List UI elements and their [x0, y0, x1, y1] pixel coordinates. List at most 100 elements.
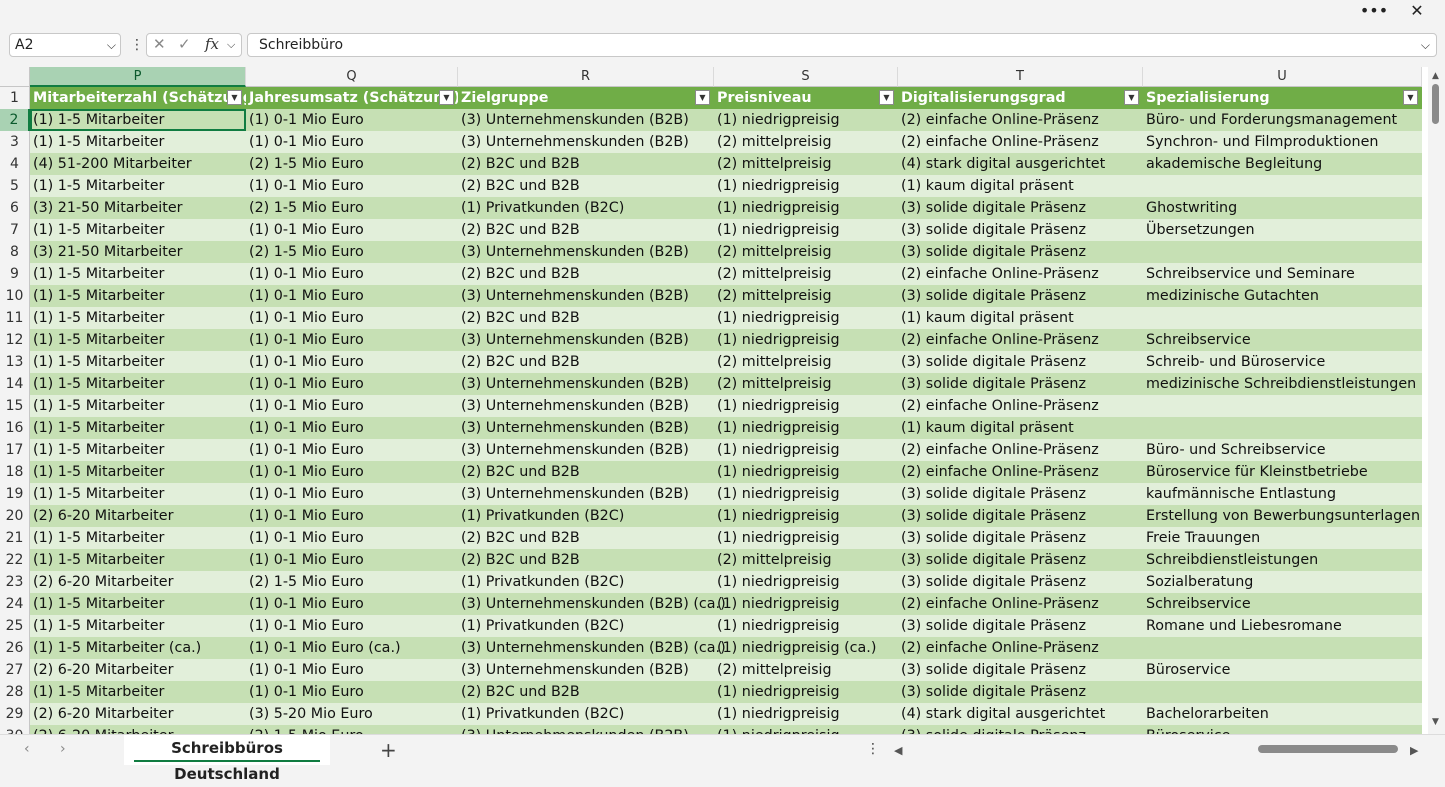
table-cell[interactable]: Schreibservice und Seminare	[1143, 263, 1422, 285]
table-cell[interactable]: (2) 1-5 Mio Euro	[246, 153, 458, 175]
table-cell[interactable]: (1) 0-1 Mio Euro (ca.)	[246, 637, 458, 659]
table-cell[interactable]: (1) niedrigpreisig	[714, 571, 898, 593]
row-header[interactable]: 24	[0, 593, 30, 615]
table-cell[interactable]: (3) Unternehmenskunden (B2B)	[458, 395, 714, 417]
table-cell[interactable]: (4) stark digital ausgerichtet	[898, 153, 1143, 175]
table-cell[interactable]: (1) 1-5 Mitarbeiter	[30, 395, 246, 417]
table-cell[interactable]: (1) Privatkunden (B2C)	[458, 615, 714, 637]
row-header[interactable]: 3	[0, 131, 30, 153]
table-cell[interactable]: (1) niedrigpreisig (ca.)	[714, 637, 898, 659]
cancel-icon[interactable]: ✕	[153, 35, 166, 53]
table-cell[interactable]: (3) solide digitale Präsenz	[898, 549, 1143, 571]
row-header[interactable]: 16	[0, 417, 30, 439]
table-cell[interactable]: (1) Privatkunden (B2C)	[458, 197, 714, 219]
table-cell[interactable]: (1) 1-5 Mitarbeiter	[30, 109, 246, 131]
table-cell[interactable]: (1) 0-1 Mio Euro	[246, 285, 458, 307]
table-cell[interactable]: (1) 0-1 Mio Euro	[246, 307, 458, 329]
table-cell[interactable]: (3) solide digitale Präsenz	[898, 571, 1143, 593]
table-cell[interactable]: (3) solide digitale Präsenz	[898, 351, 1143, 373]
table-cell[interactable]: (1) niedrigpreisig	[714, 681, 898, 703]
table-cell[interactable]: (1) 1-5 Mitarbeiter	[30, 263, 246, 285]
table-cell[interactable]: (1) 0-1 Mio Euro	[246, 439, 458, 461]
table-cell[interactable]: (3) solide digitale Präsenz	[898, 615, 1143, 637]
row-header[interactable]: 21	[0, 527, 30, 549]
table-cell[interactable]: (3) solide digitale Präsenz	[898, 505, 1143, 527]
table-cell[interactable]: (2) 6-20 Mitarbeiter	[30, 725, 246, 734]
sheet-tab[interactable]: Schreibbüros Deutschland	[124, 735, 330, 783]
table-cell[interactable]: (3) solide digitale Präsenz	[898, 483, 1143, 505]
row-header[interactable]: 19	[0, 483, 30, 505]
table-cell[interactable]: (2) 1-5 Mio Euro	[246, 571, 458, 593]
table-cell[interactable]: (1) 1-5 Mitarbeiter	[30, 461, 246, 483]
filter-dropdown-icon[interactable]: ▼	[1124, 90, 1139, 105]
table-cell[interactable]: (2) 6-20 Mitarbeiter	[30, 571, 246, 593]
table-cell[interactable]: (1) 0-1 Mio Euro	[246, 395, 458, 417]
table-cell[interactable]: Sozialberatung	[1143, 571, 1422, 593]
table-cell[interactable]: Büroservice	[1143, 725, 1422, 734]
row-header[interactable]: 27	[0, 659, 30, 681]
filter-dropdown-icon[interactable]: ▼	[439, 90, 454, 105]
table-cell[interactable]: (1) Privatkunden (B2C)	[458, 571, 714, 593]
table-cell[interactable]: (1) niedrigpreisig	[714, 505, 898, 527]
table-cell[interactable]: (1) niedrigpreisig	[714, 703, 898, 725]
table-cell[interactable]: Schreibdienstleistungen	[1143, 549, 1422, 571]
table-cell[interactable]: (1) Privatkunden (B2C)	[458, 505, 714, 527]
table-cell[interactable]: Bachelorarbeiten	[1143, 703, 1422, 725]
table-cell[interactable]: (3) 21-50 Mitarbeiter	[30, 197, 246, 219]
table-cell[interactable]: Synchron- und Filmproduktionen	[1143, 131, 1422, 153]
table-cell[interactable]: kaufmännische Entlastung	[1143, 483, 1422, 505]
row-header[interactable]: 14	[0, 373, 30, 395]
table-cell[interactable]: (1) 1-5 Mitarbeiter	[30, 593, 246, 615]
row-header[interactable]: 6	[0, 197, 30, 219]
table-cell[interactable]: (2) mittelpreisig	[714, 549, 898, 571]
table-cell[interactable]	[1143, 417, 1422, 439]
add-sheet-icon[interactable]: +	[380, 738, 397, 762]
row-header[interactable]: 8	[0, 241, 30, 263]
column-header-p[interactable]: P	[30, 67, 246, 87]
table-cell[interactable]: (2) B2C und B2B	[458, 175, 714, 197]
horizontal-scroll-thumb[interactable]	[1258, 745, 1398, 753]
table-cell[interactable]: (1) kaum digital präsent	[898, 417, 1143, 439]
row-header[interactable]: 10	[0, 285, 30, 307]
table-cell[interactable]: (3) Unternehmenskunden (B2B)	[458, 725, 714, 734]
table-cell[interactable]: (3) Unternehmenskunden (B2B)	[458, 131, 714, 153]
table-cell[interactable]: (1) niedrigpreisig	[714, 527, 898, 549]
name-box[interactable]: A2 ⌵	[9, 33, 121, 57]
table-cell[interactable]: (3) Unternehmenskunden (B2B)	[458, 285, 714, 307]
formula-input[interactable]: Schreibbüro ⌵	[247, 33, 1437, 57]
row-header[interactable]: 25	[0, 615, 30, 637]
row-header[interactable]: 5	[0, 175, 30, 197]
table-cell[interactable]: (1) 0-1 Mio Euro	[246, 109, 458, 131]
table-cell[interactable]: (2) mittelpreisig	[714, 241, 898, 263]
table-cell[interactable]: (1) 1-5 Mitarbeiter	[30, 219, 246, 241]
table-cell[interactable]: (3) solide digitale Präsenz	[898, 285, 1143, 307]
table-cell[interactable]: (3) solide digitale Präsenz	[898, 725, 1143, 734]
table-cell[interactable]: (3) Unternehmenskunden (B2B)	[458, 373, 714, 395]
table-cell[interactable]	[1143, 637, 1422, 659]
chevron-down-icon[interactable]: ⌵	[227, 38, 235, 52]
table-cell[interactable]: (1) 0-1 Mio Euro	[246, 461, 458, 483]
vertical-scroll-thumb[interactable]	[1432, 84, 1439, 124]
row-header[interactable]: 26	[0, 637, 30, 659]
table-cell[interactable]: (1) 1-5 Mitarbeiter	[30, 307, 246, 329]
table-cell[interactable]: (2) einfache Online-Präsenz	[898, 461, 1143, 483]
table-cell[interactable]: (1) 1-5 Mitarbeiter	[30, 549, 246, 571]
filter-dropdown-icon[interactable]: ▼	[1403, 90, 1418, 105]
table-cell[interactable]: (1) 0-1 Mio Euro	[246, 417, 458, 439]
column-header-q[interactable]: Q	[246, 67, 458, 87]
table-cell[interactable]: Schreibservice	[1143, 593, 1422, 615]
table-cell[interactable]: (3) Unternehmenskunden (B2B)	[458, 241, 714, 263]
next-sheet-icon[interactable]: ›	[60, 741, 66, 757]
scroll-left-icon[interactable]: ◀	[894, 744, 902, 757]
table-cell[interactable]: (2) B2C und B2B	[458, 219, 714, 241]
row-header[interactable]: 2	[0, 109, 30, 131]
column-header-s[interactable]: S	[714, 67, 898, 87]
scroll-right-icon[interactable]: ▶	[1410, 744, 1418, 757]
table-cell[interactable]: (1) 0-1 Mio Euro	[246, 549, 458, 571]
table-cell[interactable]: (1) 1-5 Mitarbeiter	[30, 527, 246, 549]
vertical-dots-icon[interactable]: ⋮	[130, 36, 144, 54]
table-cell[interactable]: (2) einfache Online-Präsenz	[898, 329, 1143, 351]
table-cell[interactable]: (1) niedrigpreisig	[714, 219, 898, 241]
spreadsheet-grid[interactable]: P Q R S T U 1 Mitarbeiterzahl (Schätzung) ▼ Jahre…	[0, 67, 1428, 734]
table-cell[interactable]: (1) 0-1 Mio Euro	[246, 263, 458, 285]
